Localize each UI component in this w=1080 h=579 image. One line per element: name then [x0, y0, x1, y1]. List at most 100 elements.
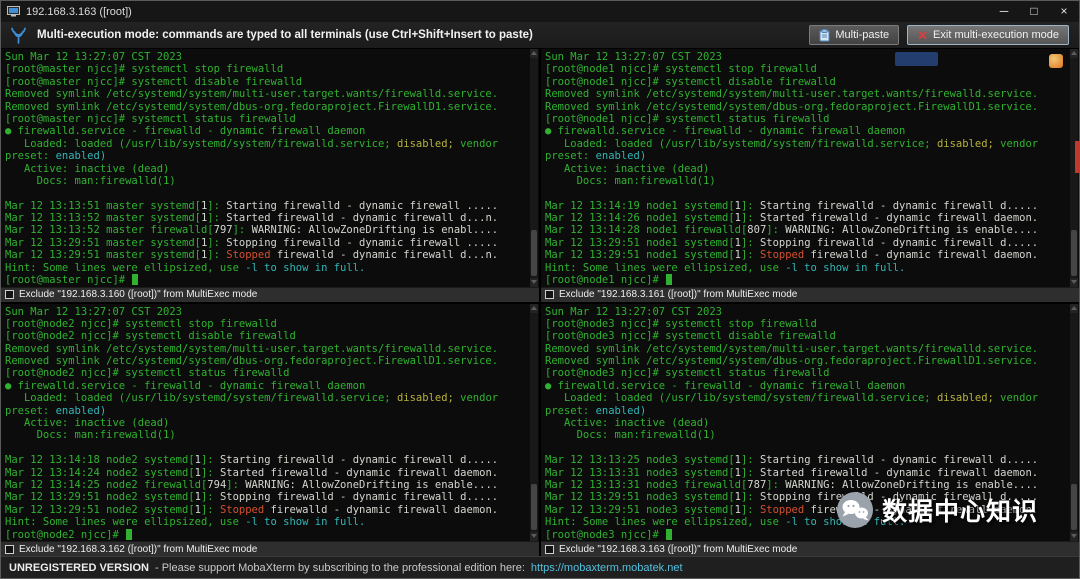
statusbar: UNREGISTERED VERSION - Please support Mo… — [1, 556, 1079, 578]
scroll-up-icon[interactable] — [1070, 49, 1078, 58]
multi-paste-label: Multi-paste — [835, 29, 890, 41]
terminal-line: preset: enabled) — [5, 404, 107, 417]
close-button[interactable]: × — [1049, 1, 1079, 22]
exit-x-icon: ✕ — [917, 27, 929, 43]
terminal-master[interactable]: Sun Mar 12 13:27:07 CST 2023 [root@master… — [1, 49, 529, 287]
minimize-button[interactable]: ─ — [989, 1, 1019, 22]
terminal-node3[interactable]: Sun Mar 12 13:27:07 CST 2023 [root@node3 … — [541, 304, 1069, 542]
terminal-line: [root@node3 njcc]# systemctl stop firewa… — [545, 317, 817, 330]
scroll-up-icon[interactable] — [1070, 303, 1078, 313]
terminal-line: Mar 12 13:14:24 node2 systemd[1]: Starte… — [5, 466, 499, 479]
terminal-line: Hint: Some lines were ellipsized, use -l… — [545, 261, 906, 274]
terminal-line: Hint: Some lines were ellipsized, use -l… — [545, 516, 906, 529]
terminal-line: [root@node2 njcc]# systemctl disable fir… — [5, 330, 296, 343]
clipboard-icon — [819, 28, 830, 41]
terminal-line: ● firewalld.service - firewalld - dynami… — [545, 125, 906, 138]
terminal-scrollbar[interactable] — [530, 303, 538, 541]
terminal-quadrant-master: Sun Mar 12 13:27:07 CST 2023 [root@master… — [1, 49, 539, 302]
scroll-down-icon[interactable] — [530, 532, 538, 541]
terminal-line: Mar 12 13:29:51 master systemd[1]: Stopp… — [5, 249, 499, 262]
terminal-quadrant-node1: Sun Mar 12 13:27:07 CST 2023 [root@node1 … — [541, 49, 1079, 302]
terminal-line: Mar 12 13:29:51 node1 systemd[1]: Stoppe… — [545, 249, 1039, 262]
terminal-node1[interactable]: Sun Mar 12 13:27:07 CST 2023 [root@node1 … — [541, 49, 1069, 287]
scrollbar-track[interactable] — [1070, 313, 1078, 533]
terminal-line: Loaded: loaded (/usr/lib/systemd/system/… — [5, 392, 499, 405]
exclude-checkbox-node2[interactable] — [5, 544, 14, 554]
exit-multiexec-button[interactable]: ✕ Exit multi-execution mode — [907, 25, 1069, 45]
terminal-line: Mar 12 13:13:52 master systemd[1]: Start… — [5, 212, 499, 225]
terminal-line: Removed symlink /etc/systemd/system/dbus… — [545, 100, 1039, 113]
titlebar: 192.168.3.163 ([root]) ─ □ × — [1, 1, 1079, 22]
terminal-line: Mar 12 13:29:51 node2 systemd[1]: Stoppi… — [5, 491, 499, 504]
scroll-up-icon[interactable] — [530, 303, 538, 313]
background-artifact-button — [895, 52, 938, 66]
terminal-line: Mar 12 13:13:31 node3 firewalld[787]: WA… — [545, 478, 1039, 491]
scroll-down-icon[interactable] — [530, 277, 538, 287]
terminal-line: Sun Mar 12 13:27:07 CST 2023 — [545, 51, 723, 63]
terminal-line: Mar 12 13:13:25 node3 systemd[1]: Starti… — [545, 454, 1039, 467]
multiexec-message: Multi-execution mode: commands are typed… — [37, 29, 533, 41]
terminal-line: ● firewalld.service - firewalld - dynami… — [545, 379, 906, 392]
scrollbar-track[interactable] — [530, 313, 538, 533]
window-title: 192.168.3.163 ([root]) — [26, 5, 132, 18]
exclude-label-node1: Exclude "192.168.3.161 ([root])" from Mu… — [559, 289, 798, 300]
terminal-line: Removed symlink /etc/systemd/system/dbus… — [5, 100, 499, 113]
maximize-button[interactable]: □ — [1019, 1, 1049, 22]
exclude-strip-node2: Exclude "192.168.3.162 ([root])" from Mu… — [1, 541, 539, 556]
background-artifact-icon — [1049, 54, 1063, 68]
scrollbar-track[interactable] — [530, 58, 538, 278]
window-controls: ─ □ × — [989, 1, 1079, 22]
unregistered-version-label: UNREGISTERED VERSION — [9, 561, 149, 574]
terminal-line: [root@node2 njcc]# systemctl stop firewa… — [5, 317, 277, 330]
terminal-line: preset: enabled) — [545, 404, 647, 417]
scrollbar-thumb[interactable] — [1071, 484, 1077, 530]
scroll-down-icon[interactable] — [1070, 277, 1078, 287]
exclude-checkbox-node1[interactable] — [545, 290, 554, 299]
scrollbar-thumb[interactable] — [531, 484, 537, 530]
terminal-line: Loaded: loaded (/usr/lib/systemd/system/… — [545, 137, 1039, 150]
scroll-down-icon[interactable] — [1070, 532, 1078, 541]
terminal-line: Mar 12 13:14:28 node1 firewalld[807]: WA… — [545, 224, 1039, 237]
terminal-line: Docs: man:firewalld(1) — [545, 174, 716, 187]
scrollbar-thumb[interactable] — [1071, 229, 1077, 276]
terminal-node2[interactable]: Sun Mar 12 13:27:07 CST 2023 [root@node2 … — [1, 304, 529, 542]
exclude-strip-node1: Exclude "192.168.3.161 ([root])" from Mu… — [541, 286, 1079, 302]
terminal-cursor — [132, 274, 139, 286]
terminal-scrollbar[interactable] — [530, 49, 538, 287]
terminal-line: Docs: man:firewalld(1) — [5, 174, 176, 187]
exclude-checkbox-node3[interactable] — [545, 544, 554, 554]
multiexec-toolbar: Multi-execution mode: commands are typed… — [1, 22, 1079, 49]
terminal-line: Mar 12 13:13:51 master systemd[1]: Start… — [5, 199, 499, 212]
terminal-line: [root@master njcc]# systemctl disable fi… — [5, 75, 303, 88]
window-icon — [7, 6, 20, 17]
terminal-line: Sun Mar 12 13:27:07 CST 2023 — [5, 51, 183, 63]
terminal-line: Sun Mar 12 13:27:07 CST 2023 — [5, 305, 183, 318]
background-artifact-red-stripe — [1075, 141, 1080, 173]
terminal-line: Mar 12 13:29:51 node2 systemd[1]: Stoppe… — [5, 503, 499, 516]
terminal-scrollbar[interactable] — [1070, 303, 1078, 541]
exclude-checkbox-master[interactable] — [5, 290, 14, 299]
mobatek-link[interactable]: https://mobaxterm.mobatek.net — [531, 562, 683, 574]
toolbar-buttons: Multi-paste ✕ Exit multi-execution mode — [809, 25, 1071, 45]
terminal-line: [root@node3 njcc]# — [545, 528, 1069, 541]
mobaxterm-logo-icon — [11, 27, 26, 44]
terminal-line: Removed symlink /etc/systemd/system/dbus… — [545, 355, 1039, 368]
terminal-line: Removed symlink /etc/systemd/system/mult… — [5, 88, 499, 101]
multi-paste-button[interactable]: Multi-paste — [809, 25, 900, 45]
terminal-line: Removed symlink /etc/systemd/system/mult… — [5, 342, 499, 355]
terminal-cursor — [666, 528, 673, 540]
terminal-line: Mar 12 13:29:51 node3 systemd[1]: Stoppe… — [545, 503, 1039, 516]
terminal-line: [root@node3 njcc]# systemctl disable fir… — [545, 330, 836, 343]
terminal-cursor — [666, 274, 673, 286]
terminal-line: Mar 12 13:29:51 master systemd[1]: Stopp… — [5, 236, 499, 249]
terminal-line: Docs: man:firewalld(1) — [5, 429, 176, 442]
scroll-up-icon[interactable] — [530, 49, 538, 58]
statusbar-note: - Please support MobaXterm by subscribin… — [154, 561, 525, 574]
terminal-line: preset: enabled) — [545, 150, 647, 163]
scrollbar-thumb[interactable] — [531, 229, 537, 276]
terminal-line: Removed symlink /etc/systemd/system/mult… — [545, 88, 1039, 101]
terminal-line: Hint: Some lines were ellipsized, use -l… — [5, 516, 366, 529]
terminal-quadrant-node3: Sun Mar 12 13:27:07 CST 2023 [root@node3 … — [541, 303, 1079, 556]
